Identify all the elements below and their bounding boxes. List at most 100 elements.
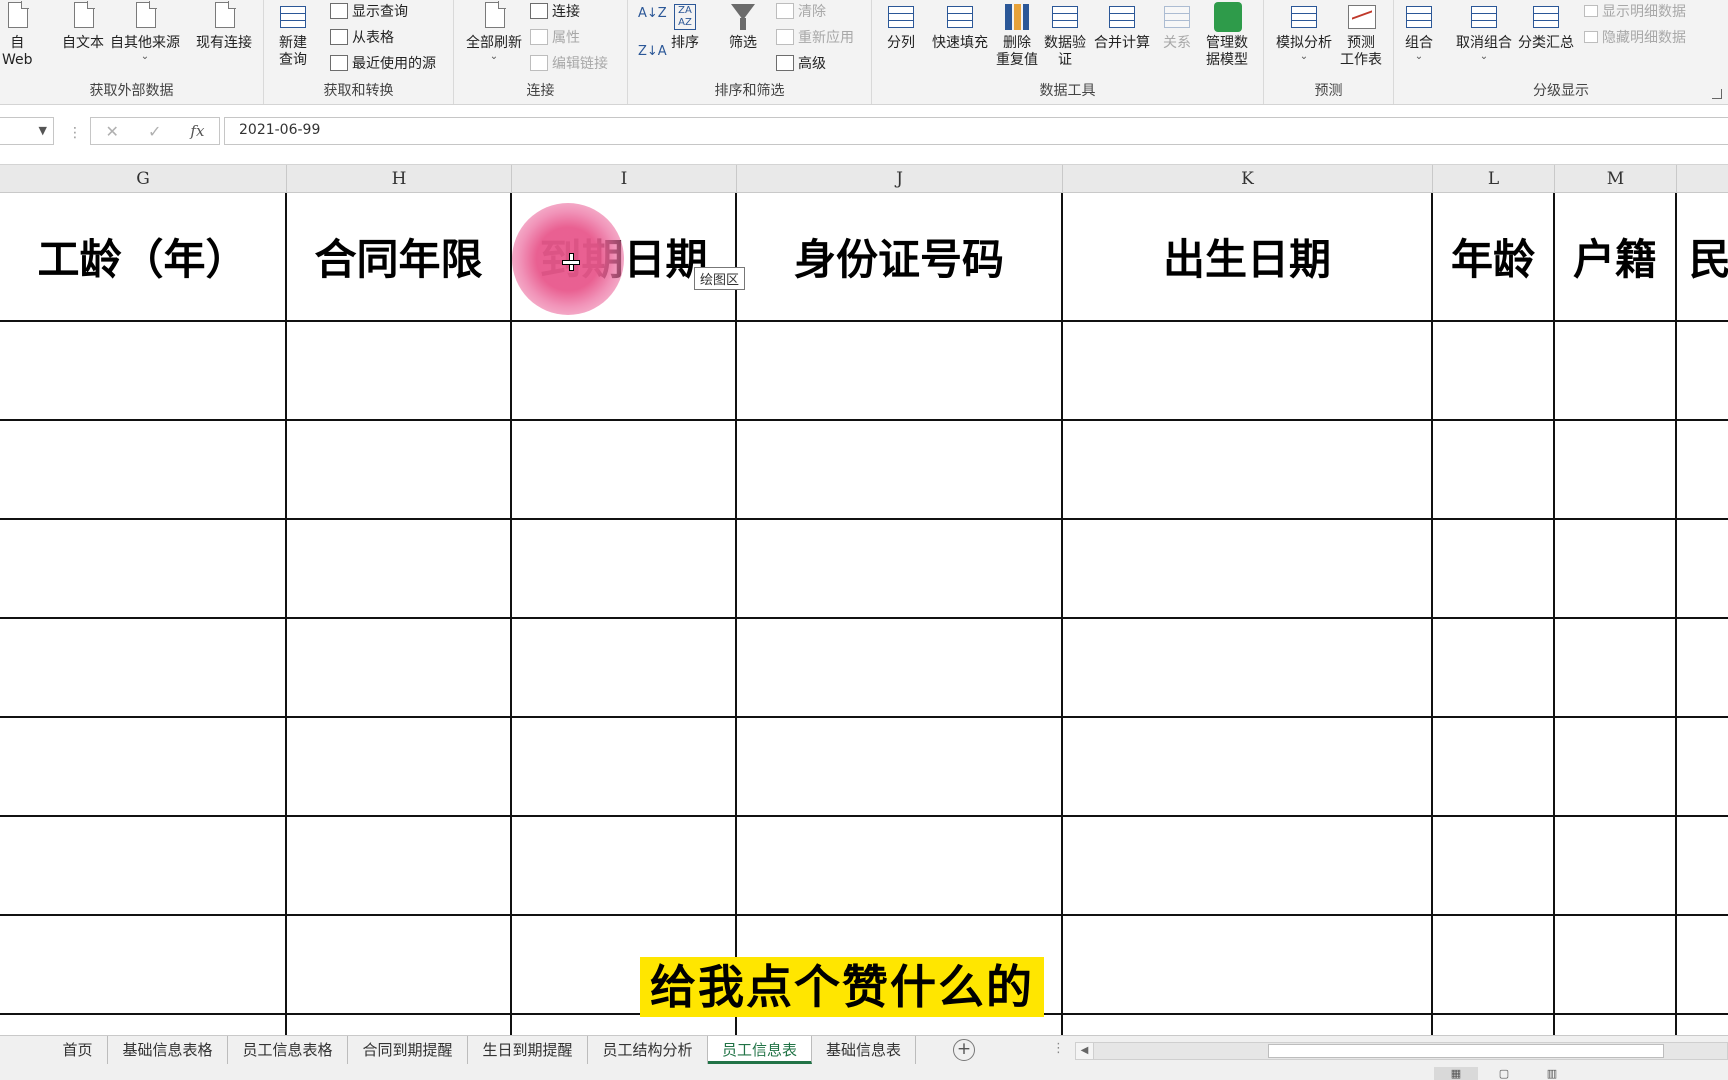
page-layout-view-icon[interactable]: ▢ xyxy=(1482,1067,1526,1080)
ribbon-subtotal-button[interactable]: 分类汇总 xyxy=(1518,2,1574,52)
grid-cell[interactable] xyxy=(1063,619,1433,718)
grid-cell[interactable] xyxy=(737,322,1063,421)
grid-cell[interactable] xyxy=(287,1015,512,1035)
ribbon-connections-button[interactable]: 连接 xyxy=(530,1,580,21)
grid-cell[interactable] xyxy=(1677,421,1728,520)
sheet-tab-basic-info[interactable]: 基础信息表 xyxy=(812,1036,916,1064)
grid-cell[interactable] xyxy=(1063,322,1433,421)
grid-cell[interactable] xyxy=(737,520,1063,619)
grid-cell[interactable] xyxy=(0,520,287,619)
ribbon-recent-sources-button[interactable]: 最近使用的源 xyxy=(330,53,436,73)
grid-cell[interactable] xyxy=(1433,322,1555,421)
dialog-launcher-icon[interactable] xyxy=(1712,89,1722,99)
ribbon-refresh-all-button[interactable]: 全部刷新 ⌄ xyxy=(466,1,522,62)
column-header-g[interactable]: G xyxy=(0,165,287,193)
header-cell-contract-term[interactable]: 合同年限 xyxy=(287,193,512,322)
grid-cell[interactable] xyxy=(1677,916,1728,1015)
grid-cell[interactable] xyxy=(287,421,512,520)
ribbon-remove-duplicates-button[interactable]: 删除 重复值 xyxy=(996,2,1038,69)
grid-cell[interactable] xyxy=(0,718,287,817)
grid-cell[interactable] xyxy=(0,421,287,520)
ribbon-from-table-button[interactable]: 从表格 xyxy=(330,27,394,47)
grid-cell[interactable] xyxy=(512,619,737,718)
header-cell-ethnicity[interactable]: 民 xyxy=(1677,193,1728,322)
ribbon-data-validation-button[interactable]: 数据验 证 xyxy=(1044,2,1086,69)
enter-icon[interactable]: ✓ xyxy=(148,122,161,141)
grid-cell[interactable] xyxy=(1555,619,1677,718)
tab-splitter[interactable]: ⋮ xyxy=(1052,1041,1065,1056)
sheet-tab-employee-info-table[interactable]: 员工信息表格 xyxy=(228,1036,348,1064)
sheet-tab-employee-info[interactable]: 员工信息表 xyxy=(708,1036,812,1064)
name-box[interactable]: ▼ xyxy=(0,117,54,145)
grid-cell[interactable] xyxy=(1555,1015,1677,1035)
ribbon-show-detail-button[interactable]: 显示明细数据 xyxy=(1584,1,1686,21)
ribbon-relationships-button[interactable]: 关系 xyxy=(1162,2,1192,52)
grid-cell[interactable] xyxy=(737,1015,1063,1035)
ribbon-flash-fill-button[interactable]: 快速填充 xyxy=(932,2,988,52)
grid-cell[interactable] xyxy=(1555,520,1677,619)
grid-cell[interactable] xyxy=(1555,421,1677,520)
grid-cell[interactable] xyxy=(737,718,1063,817)
grid-cell[interactable] xyxy=(1433,619,1555,718)
grid-cell[interactable] xyxy=(1063,421,1433,520)
grid-cell[interactable] xyxy=(512,718,737,817)
grid-cell[interactable] xyxy=(1063,1015,1433,1035)
cancel-icon[interactable]: ✕ xyxy=(106,122,119,141)
header-cell-age[interactable]: 年龄 xyxy=(1433,193,1555,322)
header-cell-id-number[interactable]: 身份证号码 xyxy=(737,193,1063,322)
grid-cell[interactable] xyxy=(1555,718,1677,817)
grid-cell[interactable] xyxy=(512,1015,737,1035)
ribbon-reapply-button[interactable]: 重新应用 xyxy=(776,27,854,47)
ribbon-advanced-button[interactable]: 高级 xyxy=(776,53,826,73)
grid-cell[interactable] xyxy=(0,1015,287,1035)
grid-cell[interactable] xyxy=(737,619,1063,718)
grid-cell[interactable] xyxy=(512,322,737,421)
ribbon-data-model-button[interactable]: 管理数 据模型 xyxy=(1206,2,1248,69)
grid-cell[interactable] xyxy=(737,817,1063,916)
grid-cell[interactable] xyxy=(1063,916,1433,1015)
grid-cell[interactable] xyxy=(1063,718,1433,817)
ribbon-sort-button[interactable]: ZA AZ 排序 xyxy=(670,2,700,52)
grid-cell[interactable] xyxy=(1555,916,1677,1015)
column-header-n[interactable] xyxy=(1677,165,1728,193)
ribbon-consolidate-button[interactable]: 合并计算 xyxy=(1094,2,1150,52)
grid-cell[interactable] xyxy=(1433,421,1555,520)
grid-cell[interactable] xyxy=(287,619,512,718)
grid-cell[interactable] xyxy=(1555,322,1677,421)
grid-cell[interactable] xyxy=(1433,520,1555,619)
grid-cell[interactable] xyxy=(287,718,512,817)
column-header-l[interactable]: L xyxy=(1433,165,1555,193)
grid-cell[interactable] xyxy=(1433,916,1555,1015)
ribbon-clear-button[interactable]: 清除 xyxy=(776,1,826,21)
ribbon-from-other-button[interactable]: 自其他来源 ⌄ xyxy=(110,1,180,62)
grid-cell[interactable] xyxy=(1555,817,1677,916)
sheet-tab-structure-analysis[interactable]: 员工结构分析 xyxy=(588,1036,708,1064)
formula-input[interactable]: 2021-06-99 xyxy=(224,117,1728,145)
add-sheet-icon[interactable]: + xyxy=(953,1039,975,1061)
grid-cell[interactable] xyxy=(1063,520,1433,619)
column-header-k[interactable]: K xyxy=(1063,165,1433,193)
grid-cell[interactable] xyxy=(0,817,287,916)
chevron-down-icon[interactable]: ▼ xyxy=(39,124,47,137)
ribbon-text-to-columns-button[interactable]: 分列 xyxy=(886,2,916,52)
sheet-tab-basic-info-table[interactable]: 基础信息表格 xyxy=(108,1036,228,1064)
grid-cell[interactable] xyxy=(0,619,287,718)
header-cell-hukou[interactable]: 户籍 xyxy=(1555,193,1677,322)
grid-cell[interactable] xyxy=(512,520,737,619)
scrollbar-thumb[interactable] xyxy=(1268,1044,1664,1058)
sheet-tab-home[interactable]: 首页 xyxy=(48,1036,108,1064)
column-header-i[interactable]: I xyxy=(512,165,737,193)
grid-cell[interactable] xyxy=(0,916,287,1015)
ribbon-filter-button[interactable]: 筛选 xyxy=(728,2,758,52)
insert-function-icon[interactable]: fx xyxy=(190,122,204,140)
grid-cell[interactable] xyxy=(1677,718,1728,817)
sheet-tab-birthday-reminder[interactable]: 生日到期提醒 xyxy=(468,1036,588,1064)
grid-cell[interactable] xyxy=(1433,718,1555,817)
grid-cell[interactable] xyxy=(287,322,512,421)
ribbon-from-web-button[interactable]: 自 Web xyxy=(2,1,33,69)
sort-az-button[interactable]: A↓Z xyxy=(638,6,667,21)
ribbon-edit-links-button[interactable]: 编辑链接 xyxy=(530,53,608,73)
horizontal-scrollbar[interactable]: ◀ xyxy=(1075,1042,1728,1060)
ribbon-show-queries-button[interactable]: 显示查询 xyxy=(330,1,408,21)
grid-cell[interactable] xyxy=(1677,322,1728,421)
